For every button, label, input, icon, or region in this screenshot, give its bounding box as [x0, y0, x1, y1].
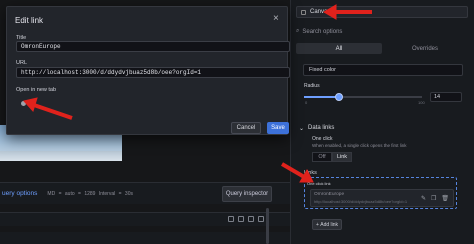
arrow-canvas: [323, 4, 372, 20]
arrow-links: [280, 162, 314, 183]
arrow-new-tab: [23, 97, 73, 120]
annotation-arrows: [23, 4, 372, 183]
